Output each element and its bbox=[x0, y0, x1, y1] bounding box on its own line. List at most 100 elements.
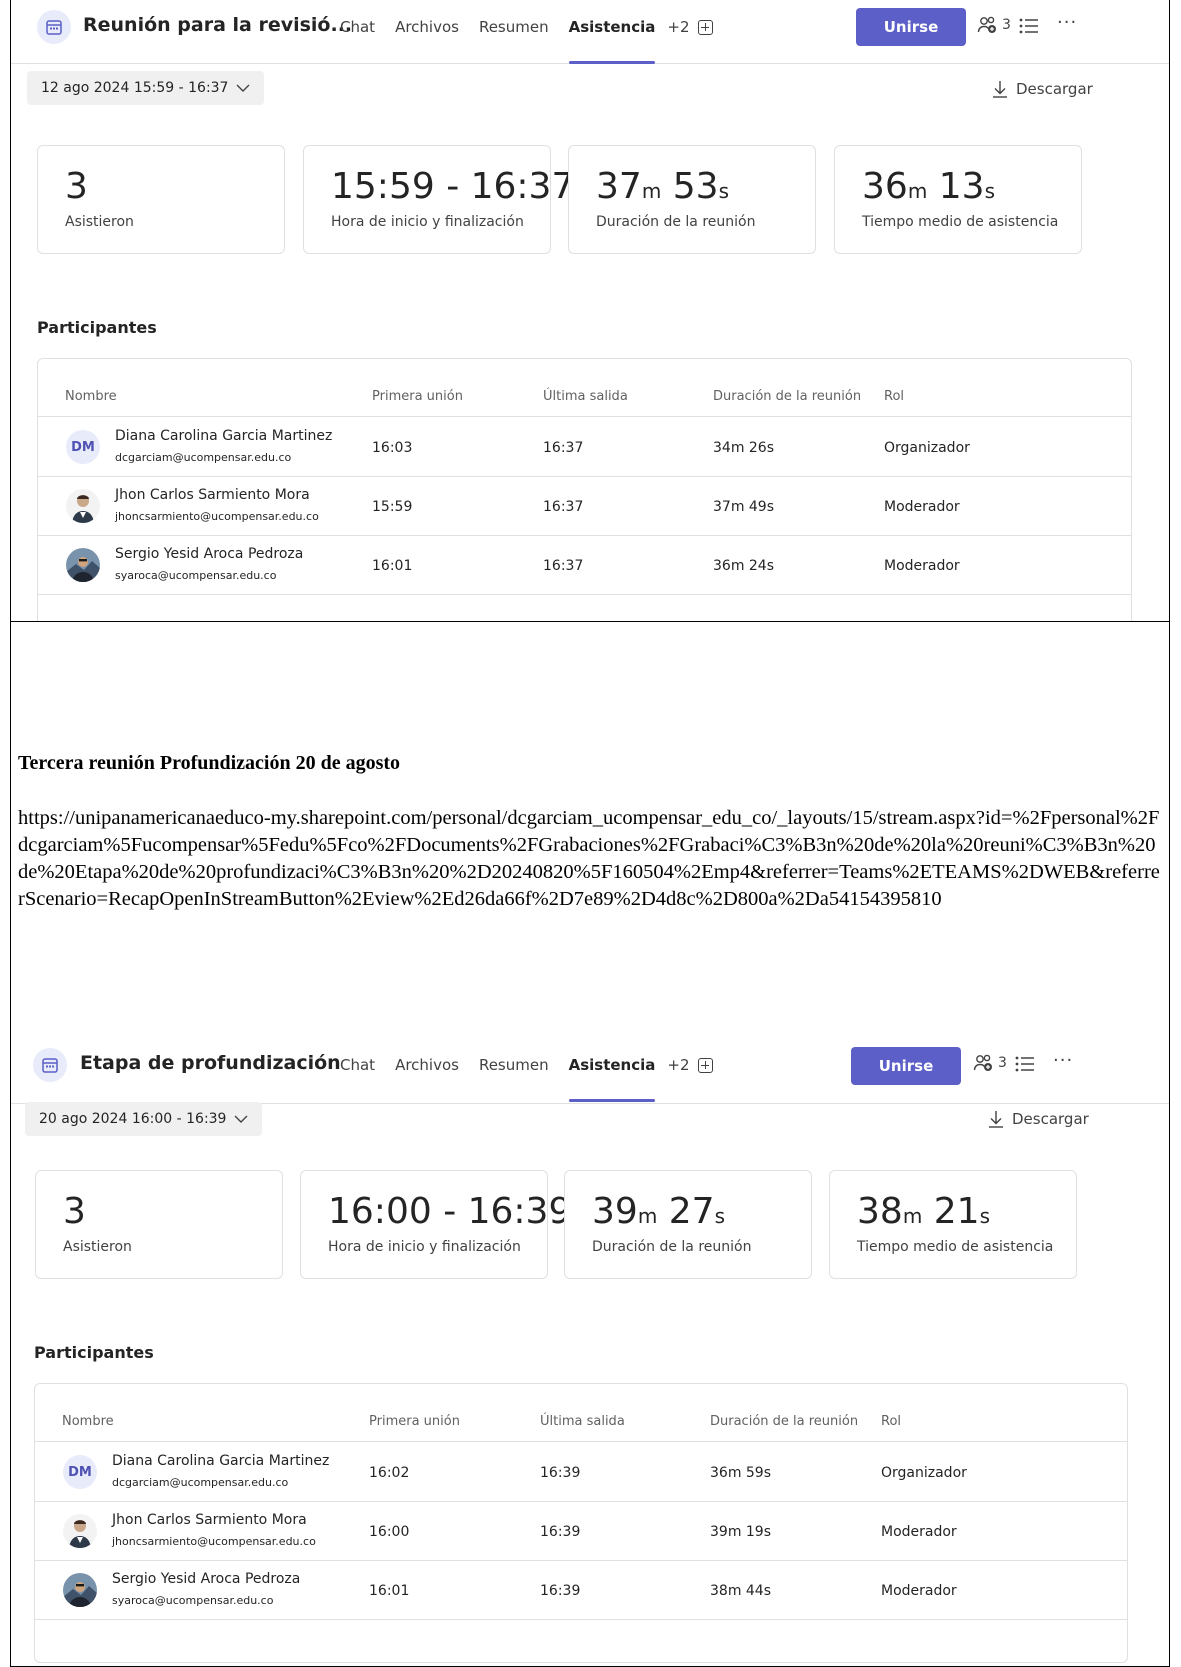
stat-card-attendees: 3 Asistieron bbox=[37, 145, 285, 254]
column-header-last-leave[interactable]: Última salida bbox=[540, 1414, 625, 1429]
table-row[interactable]: Jhon Carlos Sarmiento Mora jhoncsarmient… bbox=[38, 477, 1131, 536]
first-join: 16:02 bbox=[369, 1465, 410, 1481]
average-seconds: 13 bbox=[938, 166, 985, 207]
column-header-role[interactable]: Rol bbox=[881, 1414, 901, 1429]
participant-name: Jhon Carlos Sarmiento Mora bbox=[115, 487, 310, 503]
table-row[interactable]: Sergio Yesid Aroca Pedroza syaroca@ucomp… bbox=[35, 1561, 1127, 1620]
add-tab-icon[interactable] bbox=[697, 18, 713, 64]
add-tab-icon[interactable] bbox=[697, 1056, 713, 1102]
average-minutes: 36 bbox=[862, 166, 908, 207]
column-header-first-join[interactable]: Primera unión bbox=[372, 389, 463, 404]
column-header-role[interactable]: Rol bbox=[884, 389, 904, 404]
table-row[interactable]: DM Diana Carolina Garcia Martinez dcgarc… bbox=[38, 418, 1131, 477]
meeting-tabs: Chat Archivos Resumen Asistencia +2 bbox=[340, 1056, 713, 1102]
stat-label: Tiempo medio de asistencia bbox=[857, 1239, 1054, 1255]
participants-count: 3 bbox=[998, 1055, 1007, 1071]
user-photo-icon bbox=[63, 1573, 97, 1607]
people-icon bbox=[973, 1054, 992, 1071]
stat-label: Hora de inicio y finalización bbox=[331, 214, 524, 230]
stat-value: 3 bbox=[65, 166, 88, 207]
last-leave: 16:37 bbox=[543, 440, 584, 456]
avatar bbox=[63, 1573, 97, 1607]
stat-value: 38m 21s bbox=[857, 1191, 990, 1232]
date-range-select[interactable]: 20 ago 2024 16:00 - 16:39 bbox=[25, 1102, 263, 1136]
tab-chat[interactable]: Chat bbox=[340, 18, 375, 64]
role: Moderador bbox=[884, 558, 960, 574]
column-header-first-join[interactable]: Primera unión bbox=[369, 1414, 460, 1429]
last-leave: 16:39 bbox=[540, 1583, 581, 1599]
column-header-name[interactable]: Nombre bbox=[65, 389, 117, 404]
avatar: DM bbox=[66, 430, 100, 464]
stat-label: Duración de la reunión bbox=[592, 1239, 752, 1255]
participants-title: Participantes bbox=[34, 1343, 154, 1362]
role: Moderador bbox=[881, 1583, 957, 1599]
stat-label: Asistieron bbox=[63, 1239, 132, 1255]
participants-button[interactable]: 3 bbox=[977, 15, 1011, 35]
column-header-name[interactable]: Nombre bbox=[62, 1414, 114, 1429]
stat-label: Duración de la reunión bbox=[596, 214, 756, 230]
download-button[interactable]: Descargar bbox=[992, 80, 1093, 98]
download-button[interactable]: Descargar bbox=[988, 1110, 1089, 1128]
recording-link[interactable]: https://unipanamericanaeduco-my.sharepoi… bbox=[18, 805, 1163, 913]
column-header-last-leave[interactable]: Última salida bbox=[543, 389, 628, 404]
list-icon[interactable] bbox=[1015, 1055, 1035, 1073]
tab-summary[interactable]: Resumen bbox=[479, 1056, 549, 1102]
join-button[interactable]: Unirse bbox=[856, 8, 966, 46]
download-icon bbox=[989, 1111, 1003, 1128]
tab-chat[interactable]: Chat bbox=[340, 1056, 375, 1102]
document-heading: Tercera reunión Profundización 20 de ago… bbox=[18, 752, 401, 774]
stat-value: 16:00 - 16:39 bbox=[328, 1191, 572, 1232]
table-header: Nombre Primera unión Última salida Durac… bbox=[35, 1384, 1127, 1442]
chevron-down-icon bbox=[234, 1115, 248, 1123]
date-range-value: 20 ago 2024 16:00 - 16:39 bbox=[39, 1111, 227, 1127]
column-header-duration[interactable]: Duración de la reunión bbox=[710, 1414, 858, 1429]
duration: 34m 26s bbox=[713, 440, 775, 456]
stat-label: Hora de inicio y finalización bbox=[328, 1239, 521, 1255]
table-row[interactable]: Sergio Yesid Aroca Pedroza syaroca@ucomp… bbox=[38, 536, 1131, 595]
table-row[interactable]: Jhon Carlos Sarmiento Mora jhoncsarmient… bbox=[35, 1502, 1127, 1561]
tab-more[interactable]: +2 bbox=[667, 1056, 689, 1102]
avatar bbox=[66, 548, 100, 582]
duration-seconds: 27 bbox=[668, 1191, 715, 1232]
role: Moderador bbox=[884, 499, 960, 515]
participant-email: syaroca@ucompensar.edu.co bbox=[115, 569, 277, 582]
user-photo-icon bbox=[66, 548, 100, 582]
more-options-icon[interactable]: ··· bbox=[1057, 12, 1077, 33]
participant-email: dcgarciam@ucompensar.edu.co bbox=[115, 451, 292, 464]
participant-email: dcgarciam@ucompensar.edu.co bbox=[112, 1476, 289, 1489]
tab-files[interactable]: Archivos bbox=[395, 18, 459, 64]
stat-card-attendees: 3 Asistieron bbox=[35, 1170, 283, 1279]
tab-attendance[interactable]: Asistencia bbox=[568, 1056, 655, 1102]
participant-email: jhoncsarmiento@ucompensar.edu.co bbox=[112, 1535, 316, 1548]
stat-card-average: 36m 13s Tiempo medio de asistencia bbox=[834, 145, 1082, 254]
stat-value: 3 bbox=[63, 1191, 86, 1232]
stat-value: 37m 53s bbox=[596, 166, 729, 207]
stat-value: 36m 13s bbox=[862, 166, 995, 207]
tab-more[interactable]: +2 bbox=[667, 18, 689, 64]
join-button[interactable]: Unirse bbox=[851, 1047, 961, 1085]
stat-value: 15:59 - 16:37 bbox=[331, 166, 575, 207]
participant-name: Jhon Carlos Sarmiento Mora bbox=[112, 1512, 307, 1528]
table-row[interactable]: DM Diana Carolina Garcia Martinez dcgarc… bbox=[35, 1443, 1127, 1502]
participants-title: Participantes bbox=[37, 318, 157, 337]
meeting-attendance-panel: Reunión para la revisió... Chat Archivos… bbox=[11, 0, 1169, 621]
meeting-tabs: Chat Archivos Resumen Asistencia +2 bbox=[340, 18, 713, 64]
role: Moderador bbox=[881, 1524, 957, 1540]
participants-table: Nombre Primera unión Última salida Durac… bbox=[37, 358, 1132, 621]
date-range-select[interactable]: 12 ago 2024 15:59 - 16:37 bbox=[27, 71, 265, 105]
participants-button[interactable]: 3 bbox=[973, 1053, 1007, 1073]
first-join: 16:01 bbox=[372, 558, 413, 574]
tab-summary[interactable]: Resumen bbox=[479, 18, 549, 64]
meeting-header: Reunión para la revisió... Chat Archivos… bbox=[11, 0, 1169, 64]
duration: 38m 44s bbox=[710, 1583, 772, 1599]
calendar-icon bbox=[33, 1048, 67, 1082]
last-leave: 16:39 bbox=[540, 1524, 581, 1540]
list-icon[interactable] bbox=[1019, 17, 1039, 35]
tab-files[interactable]: Archivos bbox=[395, 1056, 459, 1102]
more-options-icon[interactable]: ··· bbox=[1053, 1050, 1073, 1071]
participant-name: Diana Carolina Garcia Martinez bbox=[115, 428, 333, 444]
stat-value: 39m 27s bbox=[592, 1191, 725, 1232]
user-photo-icon bbox=[66, 489, 100, 523]
column-header-duration[interactable]: Duración de la reunión bbox=[713, 389, 861, 404]
tab-attendance[interactable]: Asistencia bbox=[568, 18, 655, 64]
